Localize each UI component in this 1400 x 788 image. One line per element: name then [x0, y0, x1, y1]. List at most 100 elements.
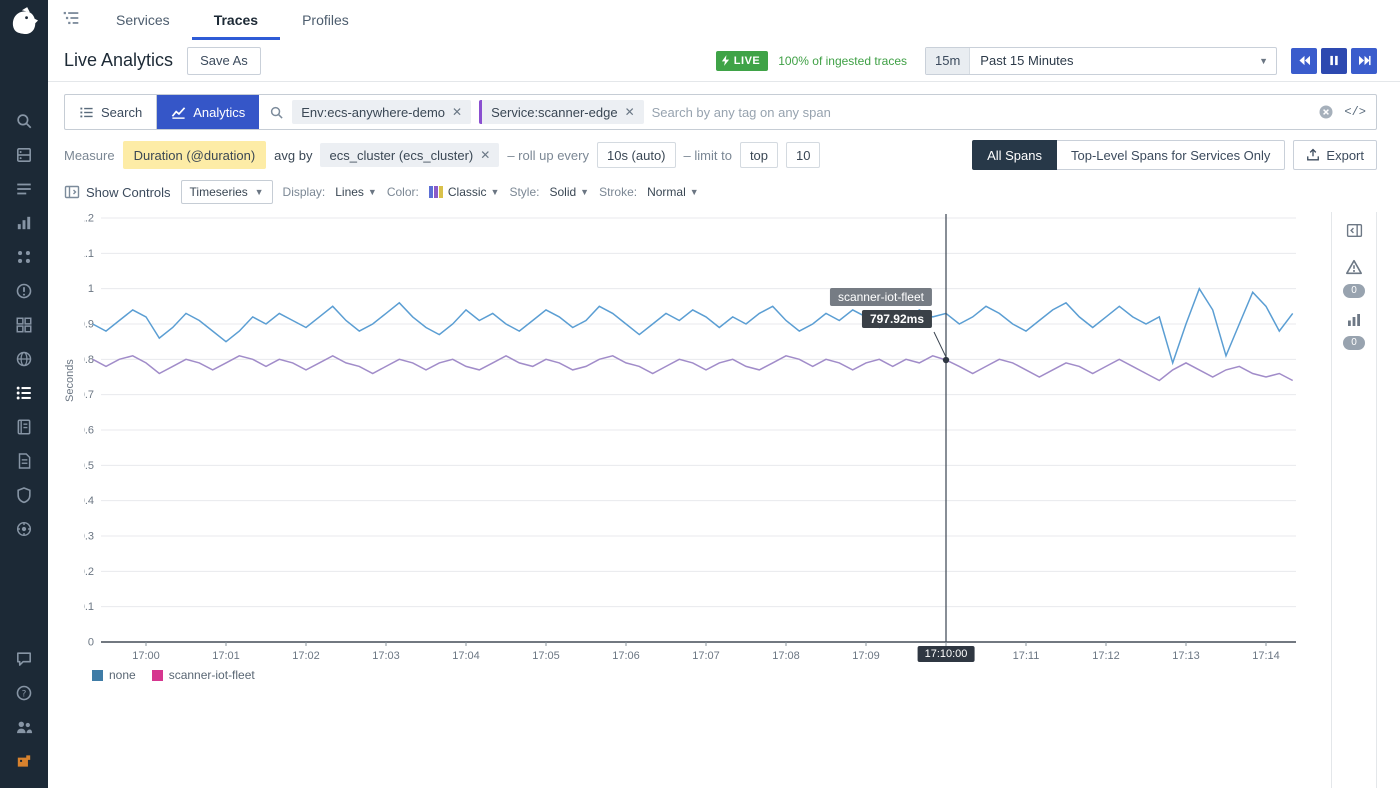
search-mode-button[interactable]: Search [65, 95, 157, 129]
sidebar-item-dashboards[interactable] [0, 308, 48, 342]
cursor-time-badge: 17:10:00 [918, 646, 975, 662]
time-range-selector[interactable]: 15m Past 15 Minutes ▼ [925, 47, 1277, 75]
warnings-count-badge: 0 [1343, 284, 1365, 298]
svg-text:17:06: 17:06 [612, 650, 640, 662]
tab-traces[interactable]: Traces [192, 0, 280, 40]
group-by-pill[interactable]: ecs_cluster (ecs_cluster) ✕ [320, 143, 499, 167]
sidebar-item-help[interactable]: ? [0, 676, 48, 710]
measure-value-pill[interactable]: Duration (@duration) [123, 141, 267, 169]
synthetics-icon [15, 350, 33, 368]
sidebar-item-org[interactable] [0, 744, 48, 778]
live-badge[interactable]: LIVE [716, 51, 768, 71]
sidebar-item-apm[interactable] [0, 376, 48, 410]
filter-pill-service[interactable]: Service:scanner-edge ✕ [479, 100, 644, 124]
export-icon [1306, 148, 1320, 162]
svg-text:0.1: 0.1 [84, 601, 94, 613]
security-icon [15, 486, 33, 504]
style-selector[interactable]: Solid▼ [549, 185, 589, 199]
sidebar-item-integrations[interactable] [0, 240, 48, 274]
display-selector[interactable]: Lines▼ [335, 185, 377, 199]
sidebar-item-notebooks[interactable] [0, 410, 48, 444]
chevron-down-icon: ▼ [491, 187, 500, 197]
warning-icon[interactable] [1345, 258, 1363, 281]
list-icon [79, 105, 94, 120]
remove-filter-icon[interactable]: ✕ [452, 105, 462, 119]
metrics-icon [15, 214, 33, 232]
measure-label: Measure [64, 148, 115, 163]
sidebar-item-settings[interactable] [0, 512, 48, 546]
tab-profiles[interactable]: Profiles [280, 0, 371, 40]
chevron-down-icon: ▼ [1259, 56, 1268, 66]
svg-text:0.4: 0.4 [84, 495, 94, 507]
sidebar-item-search[interactable] [0, 104, 48, 138]
clear-search-icon[interactable] [1318, 104, 1334, 120]
apm-icon [15, 384, 33, 402]
search-icon [269, 105, 284, 120]
timeseries-chart-area[interactable]: Seconds 00.10.20.30.40.50.60.70.80.911.1… [64, 212, 1377, 760]
avg-by-selector[interactable]: avg by [274, 148, 312, 163]
svg-text:0.7: 0.7 [84, 389, 94, 401]
svg-text:17:14: 17:14 [1252, 650, 1280, 662]
chart-legend: none scanner-iot-fleet [92, 668, 255, 682]
collapse-panel-icon[interactable] [1346, 222, 1363, 244]
legend-item-none[interactable]: none [92, 668, 136, 682]
svg-text:0.2: 0.2 [84, 566, 94, 578]
analytics-chart-icon [171, 105, 186, 120]
sidebar-nav [0, 104, 48, 546]
datadog-logo[interactable] [7, 2, 41, 44]
rollup-label: – roll up every [507, 148, 589, 163]
tooltip-series-name: scanner-iot-fleet [830, 288, 932, 306]
sidebar-item-chat[interactable] [0, 642, 48, 676]
lightning-icon [721, 55, 730, 66]
all-spans-button[interactable]: All Spans [972, 140, 1057, 170]
sidebar-bottom: ? [0, 642, 48, 778]
search-icon [15, 112, 33, 130]
time-range-short: 15m [926, 48, 970, 74]
stroke-selector[interactable]: Normal▼ [647, 185, 699, 199]
top-level-spans-button[interactable]: Top-Level Spans for Services Only [1057, 140, 1285, 170]
save-as-button[interactable]: Save As [187, 47, 261, 75]
sidebar-item-users[interactable] [0, 710, 48, 744]
limit-value-selector[interactable]: 10 [786, 142, 820, 168]
sidebar-item-security[interactable] [0, 478, 48, 512]
pause-button[interactable] [1321, 48, 1347, 74]
trace-tree-icon[interactable] [62, 9, 80, 32]
sidebar-item-logs[interactable] [0, 444, 48, 478]
search-input[interactable] [652, 105, 1309, 120]
rewind-button[interactable] [1291, 48, 1317, 74]
svg-text:17:08: 17:08 [772, 650, 800, 662]
filter-pill-env[interactable]: Env:ecs-anywhere-demo ✕ [292, 100, 471, 124]
forward-button[interactable] [1351, 48, 1377, 74]
rewind-icon [1298, 55, 1311, 66]
timeseries-chart[interactable]: 00.10.20.30.40.50.60.70.80.911.11.217:00… [84, 212, 1314, 682]
ingest-note: 100% of ingested traces [778, 54, 907, 68]
related-charts-icon[interactable] [1346, 312, 1362, 333]
legend-item-scanner-iot-fleet[interactable]: scanner-iot-fleet [152, 668, 255, 682]
color-selector[interactable]: Classic▼ [429, 185, 500, 199]
page-title: Live Analytics [64, 50, 173, 71]
viz-type-selector[interactable]: Timeseries▼ [181, 180, 273, 204]
toolbar-right: LIVE 100% of ingested traces 15m Past 15… [716, 47, 1377, 75]
remove-group-icon[interactable]: ✕ [480, 148, 490, 162]
sidebar-item-events[interactable] [0, 172, 48, 206]
org-icon [15, 752, 33, 770]
show-controls-toggle[interactable]: Show Controls [64, 184, 171, 200]
sidebar-item-metrics[interactable] [0, 206, 48, 240]
tab-services[interactable]: Services [94, 0, 192, 40]
playback-controls [1291, 48, 1377, 74]
rollup-value-selector[interactable]: 10s (auto) [597, 142, 676, 168]
export-button[interactable]: Export [1293, 140, 1377, 170]
display-label: Display: [283, 185, 326, 199]
code-view-icon[interactable]: </> [1344, 105, 1366, 119]
content: Search Analytics Env:ecs-anywhere-demo ✕… [48, 82, 1400, 760]
svg-text:0.6: 0.6 [84, 425, 94, 437]
color-label: Color: [387, 185, 419, 199]
integrations-icon [15, 248, 33, 266]
remove-filter-icon[interactable]: ✕ [625, 105, 635, 119]
sidebar-item-infrastructure[interactable] [0, 138, 48, 172]
right-rail: 0 0 [1331, 212, 1377, 788]
sidebar-item-synthetics[interactable] [0, 342, 48, 376]
analytics-mode-button[interactable]: Analytics [157, 95, 259, 129]
limit-mode-selector[interactable]: top [740, 142, 778, 168]
sidebar-item-monitors[interactable] [0, 274, 48, 308]
